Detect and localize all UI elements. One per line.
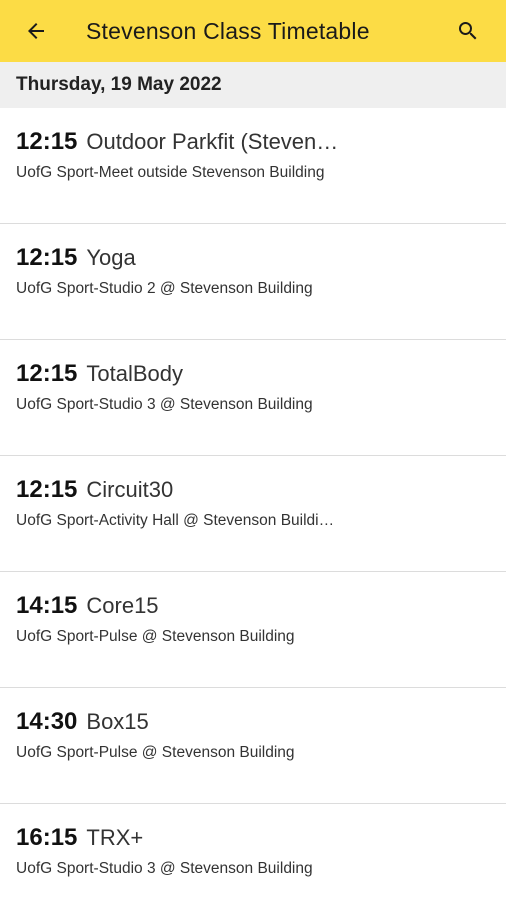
class-name: TotalBody — [86, 361, 184, 386]
class-list-item[interactable]: 14:30 Box15 UofG Sport-Pulse @ Stevenson B… — [0, 688, 506, 804]
class-location: UofG Sport-Studio 3 @ Stevenson Building — [16, 860, 313, 877]
search-button[interactable] — [448, 11, 488, 51]
class-heading: 12:15 Outdoor Parkfit (Steven… — [16, 128, 490, 156]
search-icon — [459, 22, 477, 40]
class-location: UofG Sport-Pulse @ Stevenson Building — [16, 744, 295, 761]
class-location: UofG Sport-Activity Hall @ Stevenson Bui… — [16, 512, 335, 529]
class-location: UofG Sport-Studio 3 @ Stevenson Building — [16, 396, 313, 413]
class-name: TRX+ — [86, 825, 144, 850]
class-location: UofG Sport-Pulse @ Stevenson Building — [16, 628, 295, 645]
class-list-item[interactable]: 14:15 Core15 UofG Sport-Pulse @ Stevenson … — [0, 572, 506, 688]
class-list-item[interactable]: 12:15 TotalBody UofG Sport-Studio 3 @ Stev… — [0, 340, 506, 456]
class-location: UofG Sport-Meet outside Stevenson Buildi… — [16, 164, 325, 181]
class-heading: 12:15 Yoga — [16, 244, 490, 272]
class-heading: 12:15 Circuit30 — [16, 476, 490, 504]
class-heading: 12:15 TotalBody — [16, 360, 490, 388]
class-name: Yoga — [86, 245, 136, 270]
class-name: Core15 — [86, 593, 159, 618]
arrow-left-icon — [28, 23, 44, 39]
class-time: 12:15 — [16, 128, 78, 155]
class-time: 14:30 — [16, 708, 78, 735]
class-list-item[interactable]: 12:15 Outdoor Parkfit (Steven… UofG Sport-… — [0, 108, 506, 224]
class-time: 14:15 — [16, 592, 78, 619]
class-list-item[interactable]: 12:15 Yoga UofG Sport-Studio 2 @ Stevenson… — [0, 224, 506, 340]
class-time: 16:15 — [16, 824, 78, 851]
back-button[interactable] — [16, 11, 56, 51]
page-title: Stevenson Class Timetable — [86, 17, 370, 44]
class-heading: 14:30 Box15 — [16, 708, 490, 736]
class-heading: 14:15 Core15 — [16, 592, 490, 620]
class-list-item[interactable]: 12:15 Circuit30 UofG Sport-Activity Hall @… — [0, 456, 506, 572]
class-time: 12:15 — [16, 476, 78, 503]
class-name: Box15 — [86, 709, 149, 734]
class-name: Circuit30 — [86, 477, 174, 502]
class-name: Outdoor Parkfit (Steven… — [86, 129, 339, 154]
class-time: 12:15 — [16, 360, 78, 387]
app-root: Stevenson Class Timetable Thursday, 19 M… — [0, 0, 506, 900]
date-header: Thursday, 19 May 2022 — [0, 62, 506, 108]
class-location: UofG Sport-Studio 2 @ Stevenson Building — [16, 280, 313, 297]
class-list-item[interactable]: 16:15 TRX+ UofG Sport-Studio 3 @ Stevenson… — [0, 804, 506, 900]
class-heading: 16:15 TRX+ — [16, 824, 490, 852]
app-bar: Stevenson Class Timetable — [0, 0, 506, 62]
class-list: 12:15 Outdoor Parkfit (Steven… UofG Sport-… — [0, 108, 506, 900]
class-time: 12:15 — [16, 244, 78, 271]
